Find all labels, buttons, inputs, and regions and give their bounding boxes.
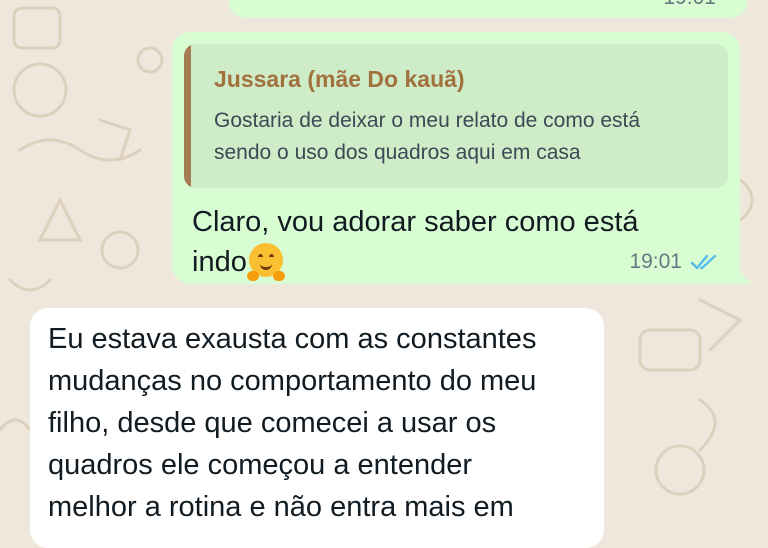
message-text: Claro, vou adorar saber como está indo: [192, 202, 692, 282]
message-text: Eu estava exausta com as constantes muda…: [48, 318, 588, 528]
message-text-line: mudanças no comportamento do meu: [48, 365, 537, 397]
message-time: 19:01: [629, 250, 682, 273]
quoted-text: Gostaria de deixar o meu relato de como …: [214, 105, 684, 169]
message-meta: 19:01: [629, 250, 718, 274]
message-text-line: filho, desde que comecei a usar os: [48, 407, 497, 439]
message-text-line: Claro, vou adorar saber como está: [192, 206, 639, 238]
bubble-tail: [730, 262, 752, 284]
quoted-text-line: sendo o uso dos quadros aqui em casa: [214, 141, 581, 164]
quoted-text-line: Gostaria de deixar o meu relato de como …: [214, 109, 641, 132]
previous-outgoing-message[interactable]: 19:01: [228, 0, 748, 18]
outgoing-reply-message[interactable]: Jussara (mãe Do kauã) Gostaria de deixar…: [172, 32, 752, 284]
message-time: 19:01: [663, 0, 716, 10]
incoming-message[interactable]: Eu estava exausta com as constantes muda…: [30, 308, 604, 548]
message-text-line: Eu estava exausta com as constantes: [48, 323, 537, 355]
message-text-line: indo: [192, 246, 247, 278]
message-text-line: melhor a rotina e não entra mais em: [48, 491, 514, 523]
message-text-line: quadros ele começou a entender: [48, 449, 473, 481]
quoted-message[interactable]: Jussara (mãe Do kauã) Gostaria de deixar…: [184, 44, 728, 188]
quote-bar: [184, 44, 191, 188]
hugging-face-emoji-icon: [246, 243, 285, 281]
double-check-read-icon: [690, 254, 717, 270]
quoted-author: Jussara (mãe Do kauã): [214, 66, 465, 92]
